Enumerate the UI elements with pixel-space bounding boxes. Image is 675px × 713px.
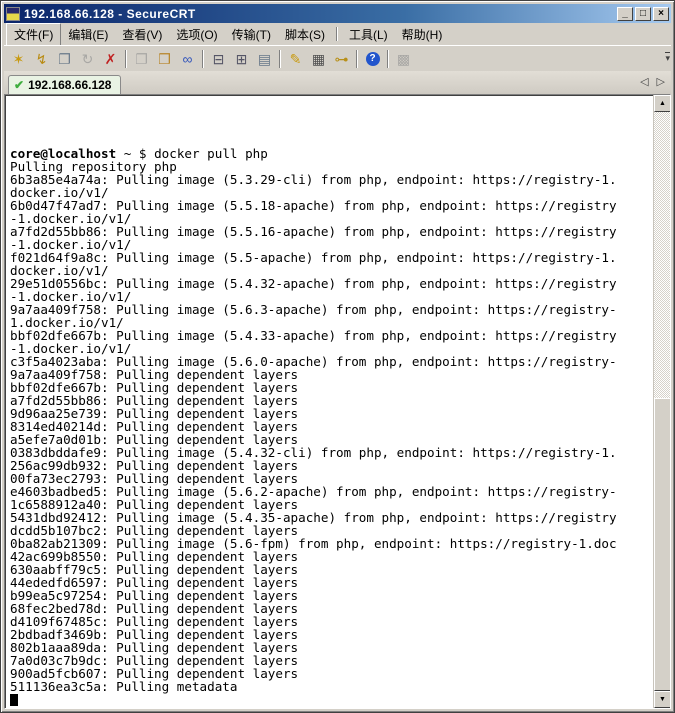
terminal-line: 511136ea3c5a: Pulling metadata — [10, 680, 653, 693]
toolbar-separator — [125, 50, 127, 68]
find-icon[interactable]: ∞ — [176, 48, 199, 70]
menu-item-help[interactable]: 帮助(H) — [395, 24, 450, 45]
menu-item-view[interactable]: 查看(V) — [115, 24, 169, 45]
window-title: 192.168.66.128 - SecureCRT — [24, 7, 617, 21]
disconnect-icon[interactable]: ✗ — [99, 48, 122, 70]
terminal-scrollbar[interactable]: ▲ ▼ — [653, 95, 670, 708]
connected-check-icon: ✔ — [14, 78, 24, 92]
menu-bar: 文件(F)编辑(E)查看(V)选项(O)传输(T)脚本(S) 工具(L)帮助(H) — [4, 23, 671, 45]
copy-icon: ❐ — [130, 48, 153, 70]
close-button[interactable]: × — [653, 7, 669, 21]
quick-connect-icon[interactable]: ✶ — [7, 48, 30, 70]
scrollbar-thumb[interactable] — [654, 398, 671, 691]
toolbar-overflow-icon[interactable]: ▾ — [665, 52, 670, 62]
toolbar-separator — [387, 50, 389, 68]
terminal-output: Pulling repository php6b3a85e4a74a: Pull… — [10, 160, 653, 693]
session-options-icon[interactable]: ✎ — [284, 48, 307, 70]
securecrt-window: 192.168.66.128 - SecureCRT _ □ × 文件(F)编辑… — [0, 0, 675, 713]
tab-scroll-right-icon[interactable]: ▷ — [657, 75, 665, 88]
tab-bar: ✔ 192.168.66.128 ◁ ▷ — [4, 71, 671, 94]
scroll-up-arrow-icon[interactable]: ▲ — [654, 95, 671, 112]
menu-item-options[interactable]: 选项(O) — [169, 24, 224, 45]
scroll-down-arrow-icon[interactable]: ▼ — [654, 691, 671, 708]
reconnect-icon: ↻ — [76, 48, 99, 70]
keymap-editor-icon[interactable]: ▦ — [307, 48, 330, 70]
connect-icon[interactable]: ↯ — [30, 48, 53, 70]
terminal-cursor — [10, 694, 18, 706]
maximize-button[interactable]: □ — [635, 7, 651, 21]
menu-item-transfer[interactable]: 传输(T) — [225, 24, 278, 45]
tab-scroll-left-icon[interactable]: ◁ — [640, 75, 648, 88]
print-selection-icon[interactable]: ⊞ — [230, 48, 253, 70]
help-icon[interactable]: ? — [361, 48, 384, 70]
toolbar-separator — [356, 50, 358, 68]
menu-separator — [336, 27, 338, 41]
print-icon[interactable]: ▤ — [253, 48, 276, 70]
menu-item-tools[interactable]: 工具(L) — [342, 24, 395, 45]
toolbar: ✶↯❐↻✗❐❒∞⊟⊞▤✎▦⊶?▩▾ — [4, 45, 671, 71]
print-screen-icon[interactable]: ⊟ — [207, 48, 230, 70]
minimize-button[interactable]: _ — [617, 7, 633, 21]
connect-in-tab-icon[interactable]: ❐ — [53, 48, 76, 70]
terminal-area: core@localhost ~ $ docker pull php Pulli… — [4, 94, 671, 709]
session-tab[interactable]: ✔ 192.168.66.128 — [8, 75, 121, 94]
menu-item-file[interactable]: 文件(F) — [6, 23, 61, 46]
app-icon — [6, 7, 20, 21]
menu-item-edit[interactable]: 编辑(E) — [61, 24, 115, 45]
toolbar-separator — [202, 50, 204, 68]
session-tab-label: 192.168.66.128 — [28, 78, 111, 92]
toolbar-separator — [279, 50, 281, 68]
title-bar[interactable]: 192.168.66.128 - SecureCRT _ □ × — [4, 4, 671, 23]
terminal-screen[interactable]: core@localhost ~ $ docker pull php Pulli… — [7, 95, 653, 708]
paste-icon[interactable]: ❒ — [153, 48, 176, 70]
session-manager-icon: ▩ — [392, 48, 415, 70]
menu-item-script[interactable]: 脚本(S) — [278, 24, 332, 45]
key-agent-icon[interactable]: ⊶ — [330, 48, 353, 70]
